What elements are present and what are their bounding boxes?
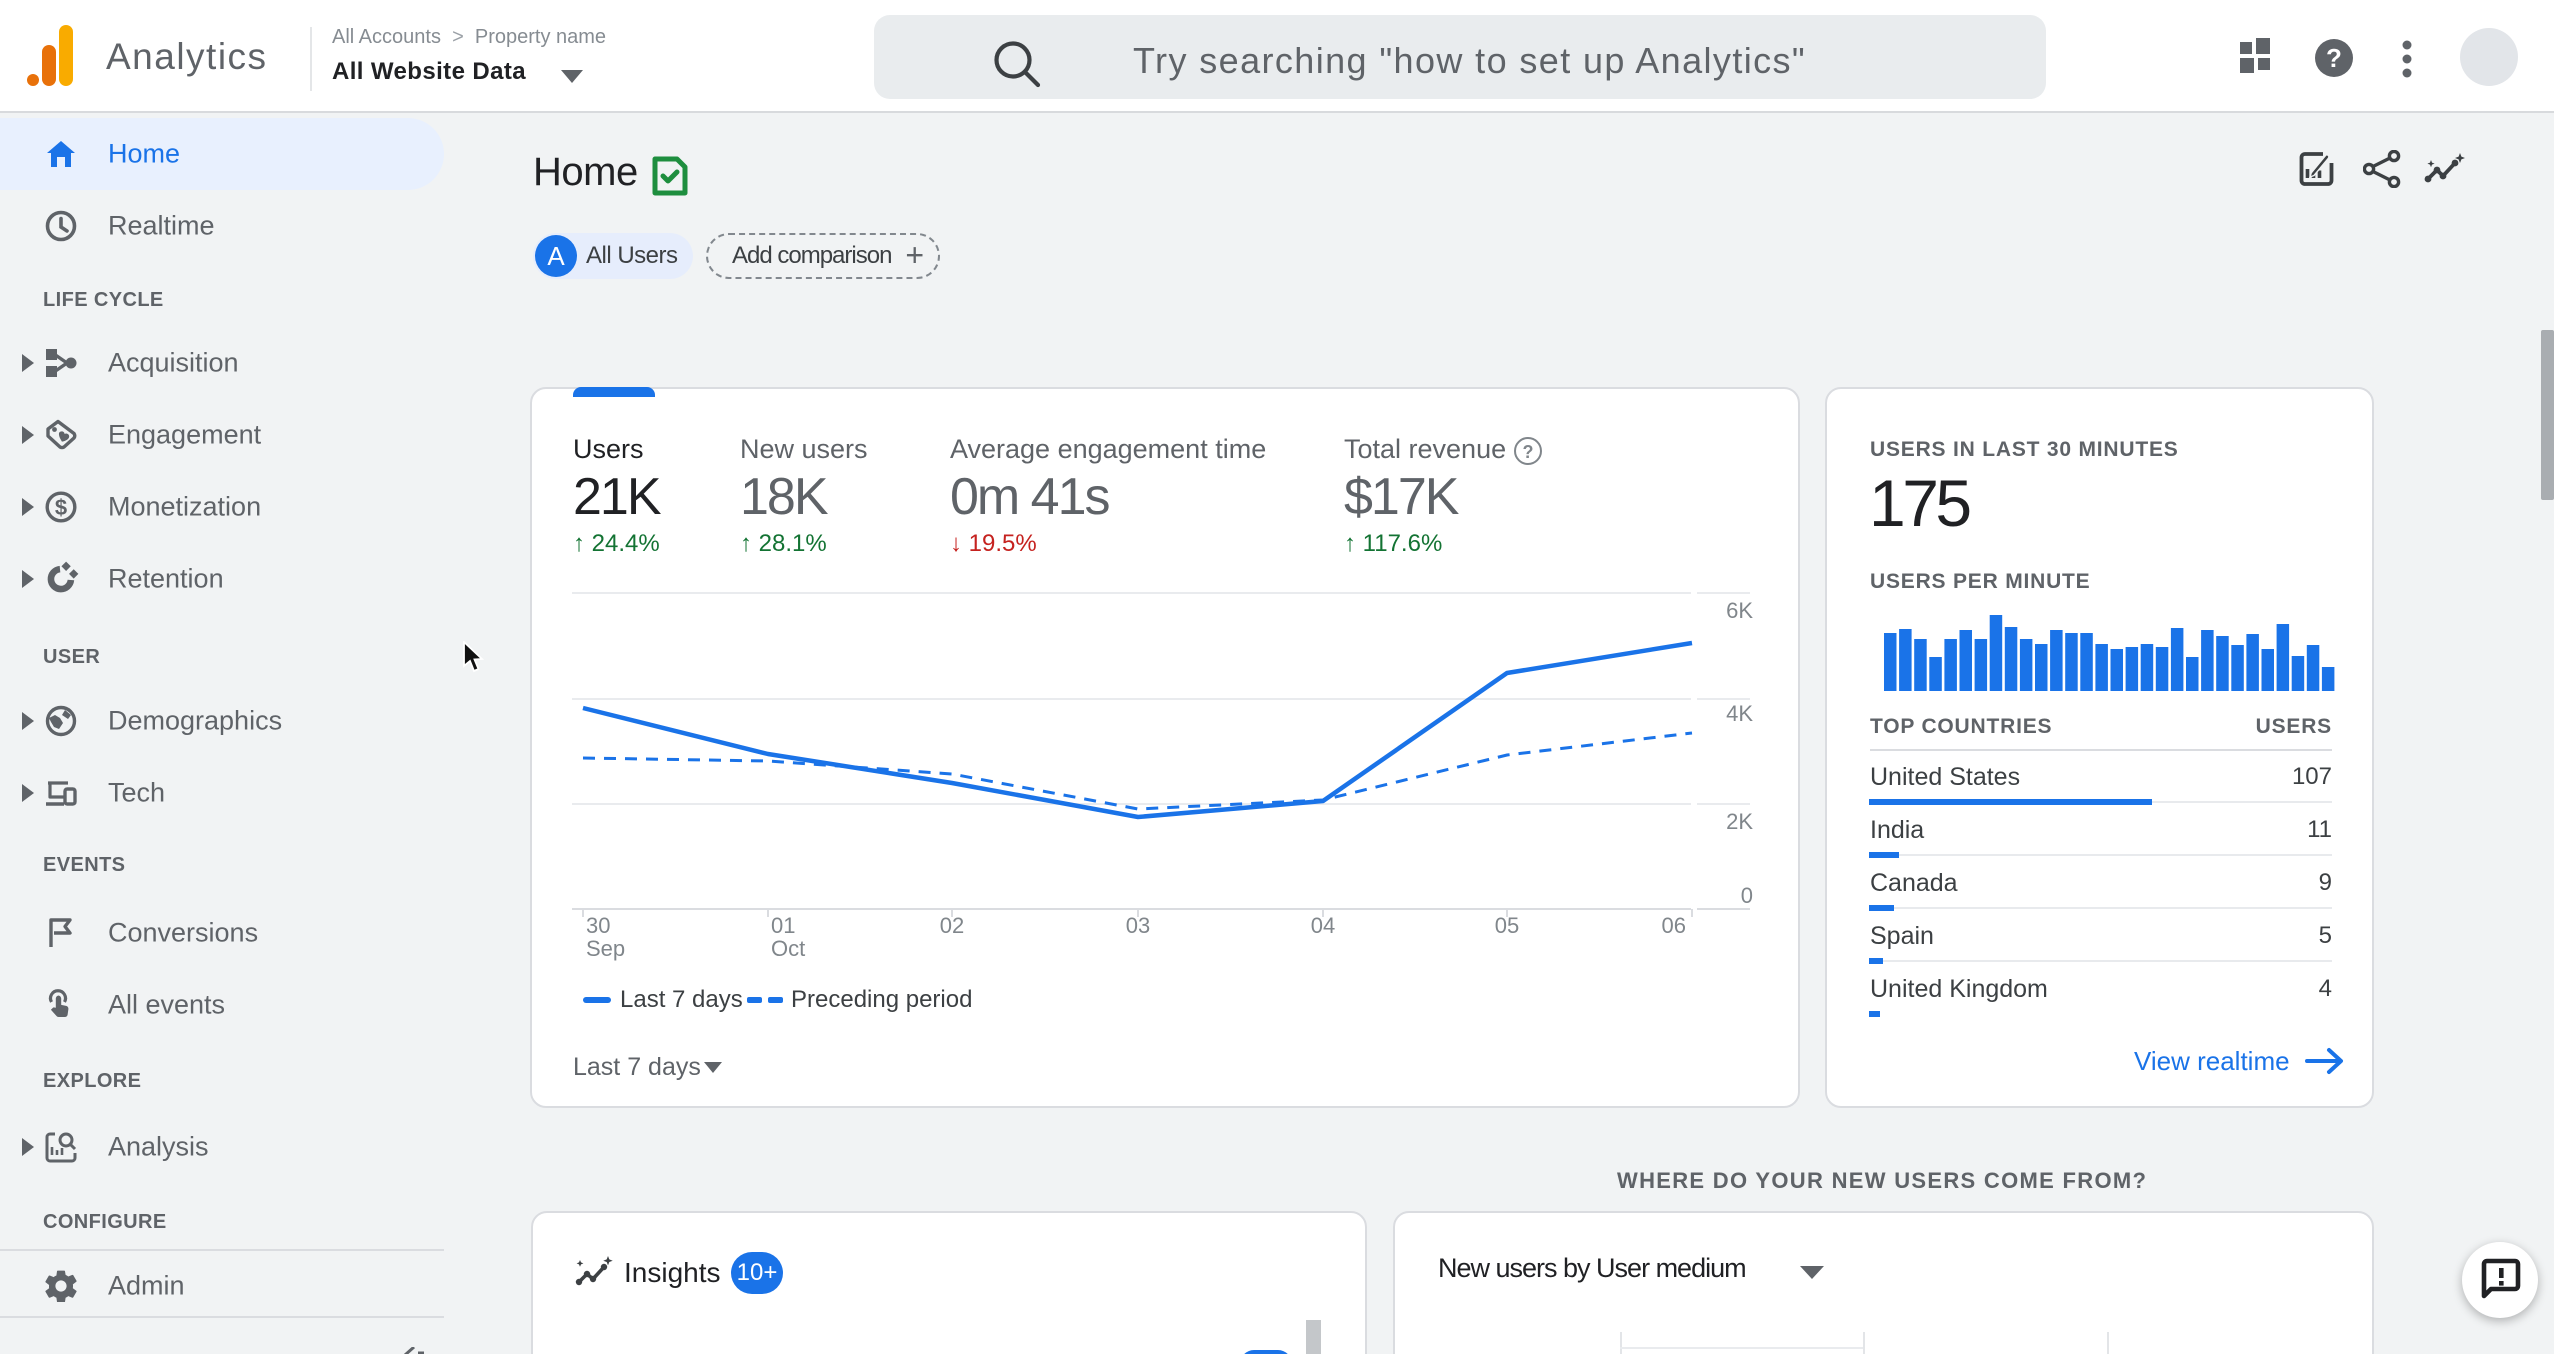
svg-text:Sep: Sep — [586, 936, 625, 961]
svg-text:06: 06 — [1662, 913, 1686, 938]
svg-text:4K: 4K — [1726, 701, 1753, 726]
svg-text:05: 05 — [1495, 913, 1519, 938]
svg-text:03: 03 — [1126, 913, 1150, 938]
svg-text:2K: 2K — [1726, 809, 1753, 834]
svg-text:0: 0 — [1741, 883, 1753, 908]
svg-text:01: 01 — [771, 913, 795, 938]
svg-text:Oct: Oct — [771, 936, 805, 961]
svg-text:$: $ — [55, 495, 67, 520]
svg-text:6K: 6K — [1726, 598, 1753, 623]
svg-text:02: 02 — [940, 913, 964, 938]
svg-text:04: 04 — [1311, 913, 1335, 938]
svg-text:30: 30 — [586, 913, 610, 938]
